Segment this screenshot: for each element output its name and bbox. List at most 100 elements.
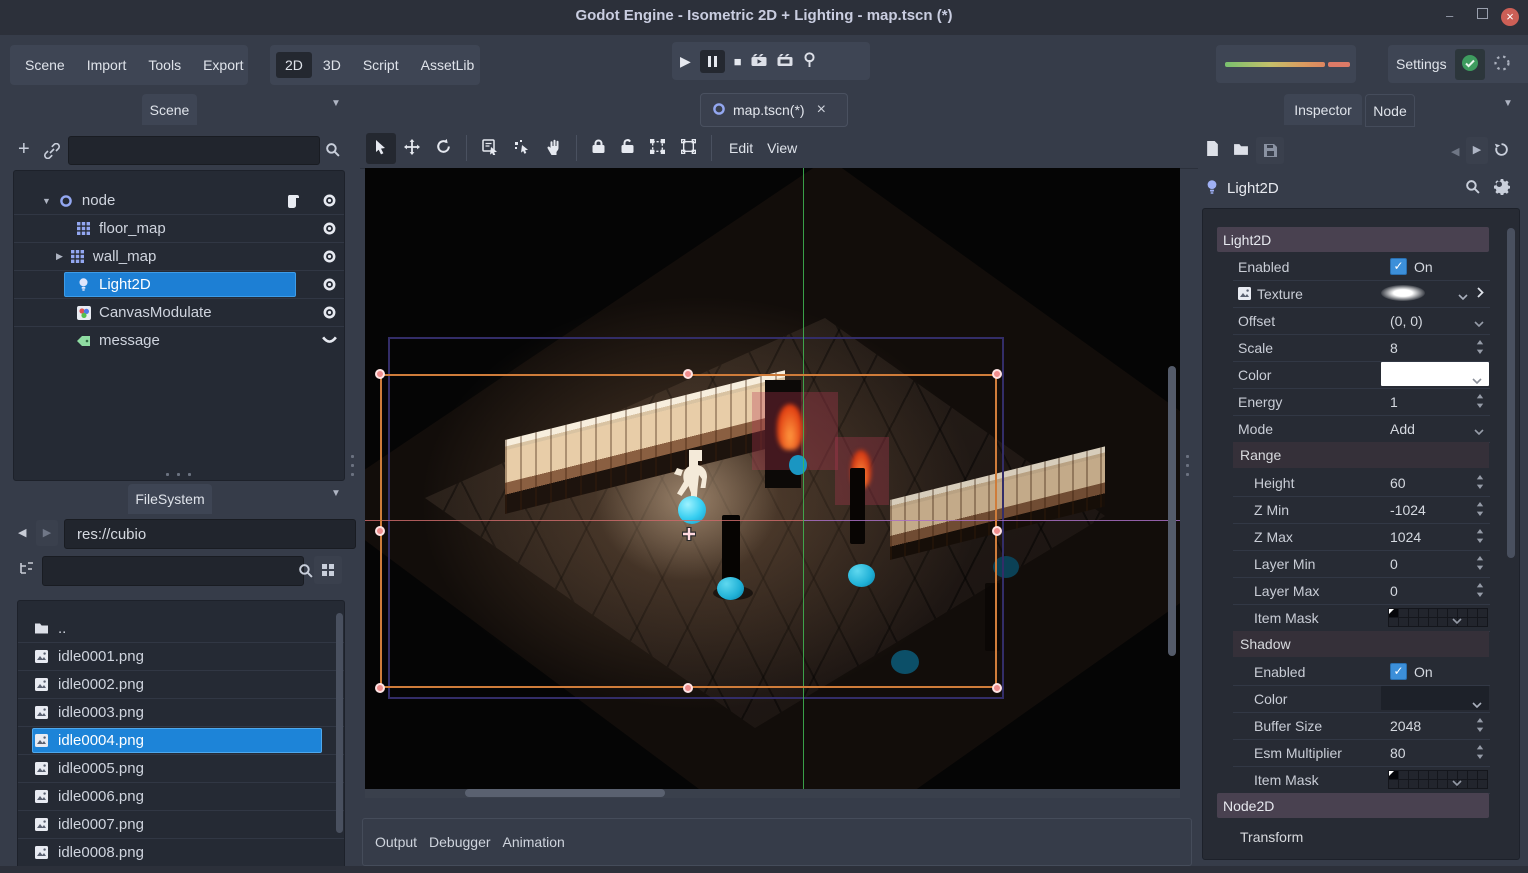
visibility-eye-icon[interactable] [314,306,344,319]
inspector-section-shadow[interactable]: Shadow [1233,631,1489,657]
tree-row-floor-map[interactable]: floor_map [14,215,344,243]
left-splitter-handle[interactable] [351,455,355,476]
bottom-tab-output[interactable]: Output [375,834,417,850]
move-tool-icon[interactable] [396,139,428,158]
inspector-section-transform[interactable]: Transform [1233,824,1489,850]
inspector-scrollbar[interactable] [1507,228,1515,558]
file-row[interactable]: idle0005.png [18,755,344,783]
visibility-eye-icon[interactable] [314,194,344,207]
tree-row-message[interactable]: message [14,327,344,354]
snap-tool-icon[interactable] [506,139,538,158]
new-resource-icon[interactable] [1206,141,1219,159]
stepper-icon[interactable] [1476,556,1484,573]
workspace-script[interactable]: Script [352,57,410,73]
fs-favorites-icon[interactable] [19,562,34,579]
workspace-assetlib[interactable]: AssetLib [410,57,486,73]
group-icon[interactable] [642,139,673,157]
stepper-icon[interactable] [1476,475,1484,492]
file-row-selected[interactable]: idle0004.png [18,727,344,755]
select-tool-icon[interactable] [366,133,396,164]
selection-handle[interactable] [992,526,1002,536]
version-ok-icon[interactable] [1455,49,1485,80]
stepper-icon[interactable] [1476,583,1484,600]
bottom-tab-debugger[interactable]: Debugger [429,834,491,850]
pan-tool-icon[interactable] [538,139,569,158]
workspace-2d[interactable]: 2D [276,52,312,78]
scene-file-tab[interactable]: map.tscn(*) × [700,93,848,127]
color-dropdown-icon[interactable] [1472,371,1482,387]
dropdown-chevron-icon[interactable] [1474,314,1484,330]
selection-handle[interactable] [992,369,1002,379]
maximize-button[interactable] [1477,8,1488,19]
texture-expand-icon[interactable] [1477,285,1484,301]
pause-button[interactable] [700,50,725,73]
expand-icon[interactable]: ▶ [56,251,63,262]
collapse-icon[interactable]: ▼ [42,196,51,206]
play-custom-scene-button[interactable] [777,53,794,70]
2d-viewport-canvas[interactable] [365,168,1180,790]
tree-row-wall-map[interactable]: ▶ wall_map [14,243,344,271]
inspector-forward-icon[interactable]: ▶ [1466,137,1488,164]
menu-tools[interactable]: Tools [137,57,192,73]
tab-scene-dock[interactable]: Scene [142,94,197,125]
file-row[interactable]: idle0003.png [18,699,344,727]
instance-scene-icon[interactable] [44,143,60,162]
selection-handle[interactable] [375,526,385,536]
selection-handle[interactable] [375,683,385,693]
checkbox-checked[interactable]: ✓ [1390,258,1407,275]
fs-back-icon[interactable]: ◀ [18,526,26,539]
remote-deploy-icon[interactable] [803,52,816,70]
visibility-hidden-icon[interactable] [314,335,344,346]
tab-close-icon[interactable]: × [817,101,826,119]
add-node-button[interactable]: + [18,140,30,158]
stepper-icon[interactable] [1476,718,1484,735]
selection-handle[interactable] [375,369,385,379]
canvas-hscrollbar-thumb[interactable] [465,789,665,797]
canvas-hscrollbar-track[interactable] [365,789,1180,798]
dropdown-chevron-icon[interactable] [1452,773,1462,789]
filesystem-menu-arrow-icon[interactable]: ▼ [331,488,341,499]
inspector-category[interactable]: Light2D [1217,227,1489,252]
inspector-section-range[interactable]: Range [1233,442,1489,468]
inspector-category-node2d[interactable]: Node2D [1217,793,1489,818]
stepper-icon[interactable] [1476,529,1484,546]
dock-menu-arrow-icon-right[interactable]: ▼ [1503,98,1513,109]
rotate-tool-icon[interactable] [428,139,459,157]
unlock-icon[interactable] [613,139,642,157]
menu-export[interactable]: Export [192,57,254,73]
selection-handle[interactable] [683,369,693,379]
canvas-menu-edit[interactable]: Edit [719,140,763,156]
file-list-scrollbar[interactable] [336,613,343,833]
stepper-icon[interactable] [1476,340,1484,357]
update-spinner-icon[interactable] [1493,54,1511,75]
save-resource-icon[interactable] [1256,137,1284,164]
texture-preview[interactable] [1381,285,1425,301]
canvas-menu-view[interactable]: View [763,140,801,156]
script-icon[interactable] [285,194,300,208]
play-button[interactable]: ▶ [680,53,691,70]
stepper-icon[interactable] [1476,502,1484,519]
ungroup-icon[interactable] [673,139,704,157]
tab-node[interactable]: Node [1365,94,1415,127]
stepper-icon[interactable] [1476,394,1484,411]
menu-scene[interactable]: Scene [14,57,76,73]
history-icon[interactable] [1494,142,1509,160]
stepper-icon[interactable] [1476,745,1484,762]
dock-menu-arrow-icon[interactable]: ▼ [331,98,341,109]
selection-handle[interactable] [992,683,1002,693]
inspector-back-icon[interactable]: ◀ [1451,145,1459,158]
visibility-eye-icon[interactable] [314,222,344,235]
fs-path-field[interactable]: res://cubio [64,519,356,549]
file-row[interactable]: idle0007.png [18,811,344,839]
canvas-vscrollbar[interactable] [1168,366,1176,656]
tree-row-light2d[interactable]: Light2D [14,271,344,299]
file-row[interactable]: idle0008.png [18,839,344,866]
color-dropdown-icon[interactable] [1472,695,1482,711]
selection-handle[interactable] [683,683,693,693]
load-resource-icon[interactable] [1233,143,1249,159]
file-row[interactable]: idle0006.png [18,783,344,811]
right-splitter-handle[interactable] [1186,455,1190,476]
checkbox-checked[interactable]: ✓ [1390,663,1407,680]
bottom-tab-animation[interactable]: Animation [503,834,565,850]
lock-icon[interactable] [584,139,613,157]
